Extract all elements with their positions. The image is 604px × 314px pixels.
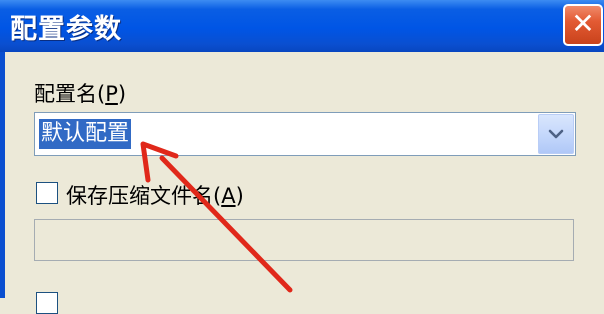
dropdown-button[interactable] bbox=[538, 114, 574, 154]
close-button[interactable]: ✕ bbox=[563, 4, 603, 46]
window-title: 配置参数 bbox=[10, 14, 122, 45]
config-name-mnemonic: P bbox=[105, 82, 118, 106]
config-name-combobox[interactable]: 默认配置 bbox=[34, 112, 576, 156]
compressed-filename-input[interactable] bbox=[34, 219, 574, 261]
config-name-value[interactable]: 默认配置 bbox=[39, 119, 132, 149]
save-compressed-label[interactable]: 保存压缩文件名(A) bbox=[66, 180, 244, 210]
save-compressed-checkbox[interactable] bbox=[36, 182, 58, 204]
title-bar[interactable]: 配置参数 ✕ bbox=[0, 0, 604, 52]
config-name-label: 配置名(P) bbox=[34, 82, 127, 106]
save-compressed-mnemonic: A bbox=[221, 184, 236, 208]
close-icon: ✕ bbox=[571, 7, 595, 40]
second-checkbox-partial[interactable] bbox=[36, 292, 58, 314]
chevron-down-icon bbox=[548, 129, 564, 139]
